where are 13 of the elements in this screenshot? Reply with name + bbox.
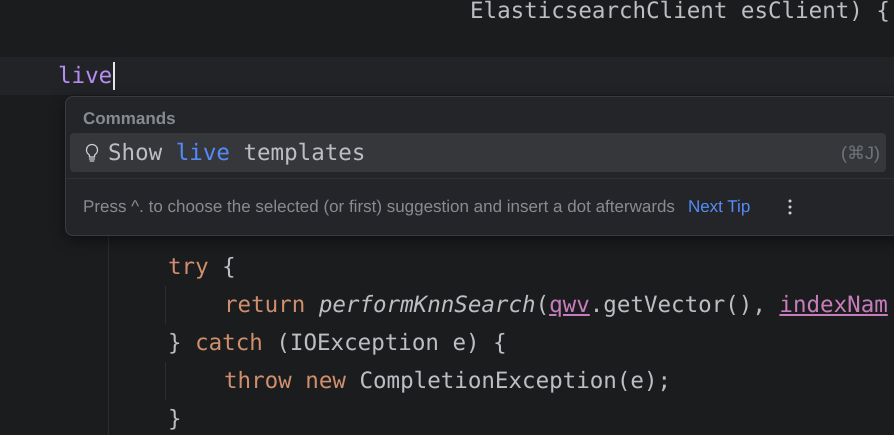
code-line: throw new CompletionException(e);: [224, 367, 672, 396]
code-line: } catch (IOException e) {: [168, 329, 507, 358]
code-line: }: [168, 405, 182, 434]
code-line[interactable]: live: [58, 57, 112, 95]
code-line: try {: [168, 253, 236, 282]
lightbulb-icon: [84, 142, 100, 163]
suggestion-item[interactable]: Show live templates (⌘J): [70, 132, 886, 172]
section-header: Commands: [82, 108, 177, 130]
more-icon[interactable]: [788, 199, 792, 216]
code-line: ElasticsearchClient esClient) {: [470, 0, 890, 22]
code-line: return performKnnSearch(qwv.getVector(), indexNam: [224, 291, 888, 320]
hint-text: Press ^. to choose the selected (or first) suggestion and insert a dot afterwards: [83, 197, 675, 218]
next-tip-link[interactable]: Next Tip: [688, 197, 750, 218]
